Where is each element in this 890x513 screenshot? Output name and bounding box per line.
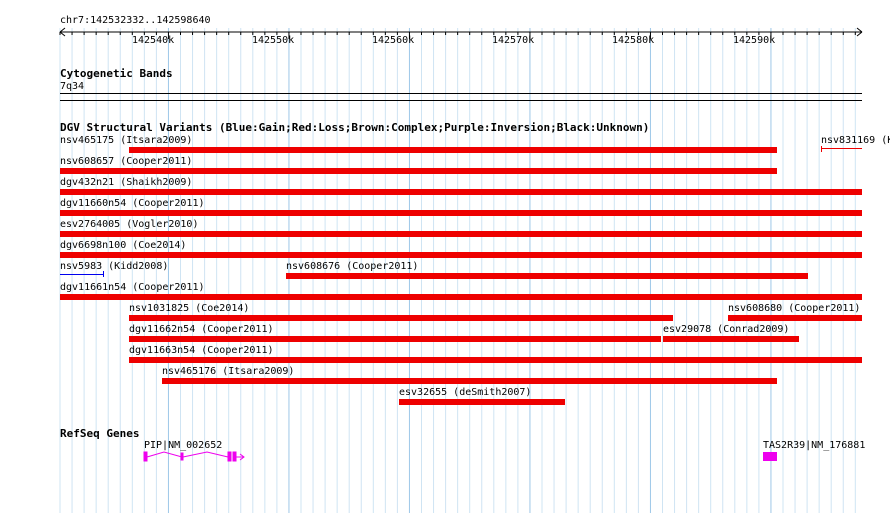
variant-bar[interactable] bbox=[60, 189, 862, 195]
variant-label[interactable]: nsv608676 (Cooper2011) bbox=[286, 261, 418, 273]
tick-label: 142570k bbox=[492, 35, 535, 46]
variant-label[interactable]: nsv1031825 (Coe2014) bbox=[129, 303, 249, 315]
variant-bar[interactable] bbox=[399, 399, 565, 405]
variant-bar[interactable] bbox=[129, 357, 862, 363]
gain-bar-small[interactable] bbox=[60, 274, 104, 275]
cytoband-track-title[interactable]: Cytogenetic Bands bbox=[60, 68, 173, 80]
variant-bar-small[interactable] bbox=[821, 148, 862, 149]
tick-label: 142590k bbox=[733, 35, 776, 46]
variant-bar[interactable] bbox=[60, 168, 777, 174]
variant-label[interactable]: nsv465175 (Itsara2009) bbox=[60, 135, 192, 147]
variant-bar[interactable] bbox=[60, 210, 862, 216]
variant-label[interactable]: nsv608680 (Cooper2011) bbox=[728, 303, 860, 315]
variant-label[interactable]: nsv831169 (K bbox=[821, 135, 890, 147]
dgv-track-title[interactable]: DGV Structural Variants (Blue:Gain;Red:L… bbox=[60, 122, 649, 134]
gene-label[interactable]: TAS2R39|NM_176881 bbox=[763, 440, 865, 452]
variant-label[interactable]: nsv465176 (Itsara2009) bbox=[162, 366, 294, 378]
cytoband-name: 7q34 bbox=[60, 81, 85, 92]
variant-label[interactable]: dgv11660n54 (Cooper2011) bbox=[60, 198, 205, 210]
variant-label[interactable]: esv32655 (deSmith2007) bbox=[399, 387, 531, 399]
variant-bar[interactable] bbox=[60, 231, 862, 237]
tick-label: 142550k bbox=[252, 35, 295, 46]
gene-model-tas2r39[interactable] bbox=[763, 452, 777, 461]
variant-bar[interactable] bbox=[663, 336, 799, 342]
variant-label[interactable]: esv2764005 (Vogler2010) bbox=[60, 219, 198, 231]
variant-label[interactable]: dgv6698n100 (Coe2014) bbox=[60, 240, 186, 252]
variant-bar[interactable] bbox=[129, 336, 661, 342]
gain-bar-cap bbox=[103, 271, 104, 277]
variant-label[interactable]: nsv5983 (Kidd2008) bbox=[60, 261, 168, 273]
tick-label: 142540k bbox=[132, 35, 175, 46]
cytoband-line-top bbox=[60, 93, 862, 94]
variant-bar[interactable] bbox=[728, 315, 862, 321]
variant-bar[interactable] bbox=[60, 252, 862, 258]
variant-label[interactable]: nsv608657 (Cooper2011) bbox=[60, 156, 192, 168]
variant-label[interactable]: esv29078 (Conrad2009) bbox=[663, 324, 789, 336]
refseq-track-title[interactable]: RefSeq Genes bbox=[60, 428, 139, 440]
variant-bar[interactable] bbox=[286, 273, 808, 279]
variant-label[interactable]: dgv11661n54 (Cooper2011) bbox=[60, 282, 205, 294]
variant-label[interactable]: dgv11663n54 (Cooper2011) bbox=[129, 345, 274, 357]
variant-label[interactable]: dgv432n21 (Shaikh2009) bbox=[60, 177, 192, 189]
variant-bar[interactable] bbox=[129, 315, 673, 321]
gene-model-pip[interactable] bbox=[140, 449, 250, 465]
variant-bar-cap bbox=[821, 146, 822, 152]
variant-bar[interactable] bbox=[162, 378, 777, 384]
cytoband-line-bottom bbox=[60, 100, 862, 101]
variant-bar[interactable] bbox=[129, 147, 777, 153]
tick-label: 142560k bbox=[372, 35, 415, 46]
variant-label[interactable]: dgv11662n54 (Cooper2011) bbox=[129, 324, 274, 336]
tick-label: 142580k bbox=[612, 35, 655, 46]
variant-bar[interactable] bbox=[60, 294, 862, 300]
